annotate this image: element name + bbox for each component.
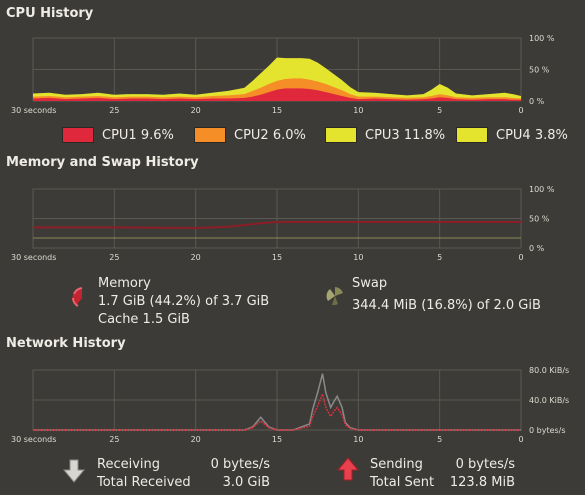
receiving-arrow-icon <box>62 459 86 483</box>
receiving-values: 0 bytes/s 3.0 GiB <box>200 456 270 492</box>
sending-label: Sending <box>370 457 423 472</box>
network-x-tick: 5 <box>437 435 442 444</box>
total-sent-value: 123.8 MiB <box>449 475 515 490</box>
sending-info: Sending Total Sent <box>370 456 434 492</box>
receiving-label: Receiving <box>97 457 161 472</box>
network-y-tick: 40.0 KiB/s <box>529 396 569 405</box>
network-y-tick: 0 bytes/s <box>529 426 566 435</box>
receiving-info: Receiving Total Received <box>97 456 191 492</box>
sending-values: 0 bytes/s 123.8 MiB <box>440 456 515 492</box>
network-y-tick: 80.0 KiB/s <box>529 366 569 375</box>
total-received-label: Total Received <box>97 475 191 490</box>
network-x-tick: 25 <box>109 435 119 444</box>
sending-value: 0 bytes/s <box>455 457 515 472</box>
receiving-value: 0 bytes/s <box>210 457 270 472</box>
network-x-tick: 0 <box>518 435 523 444</box>
network-x-tick: 30 seconds <box>11 435 56 444</box>
network-x-tick: 10 <box>353 435 363 444</box>
sending-arrow-icon <box>336 457 360 481</box>
network-history-chart: 30 seconds 25 20 15 10 5 0 80.0 KiB/s 40.0 KiB/s… <box>11 366 569 444</box>
total-sent-label: Total Sent <box>370 475 435 490</box>
total-received-value: 3.0 GiB <box>222 475 270 490</box>
network-x-tick: 20 <box>191 435 201 444</box>
network-x-tick: 15 <box>272 435 282 444</box>
